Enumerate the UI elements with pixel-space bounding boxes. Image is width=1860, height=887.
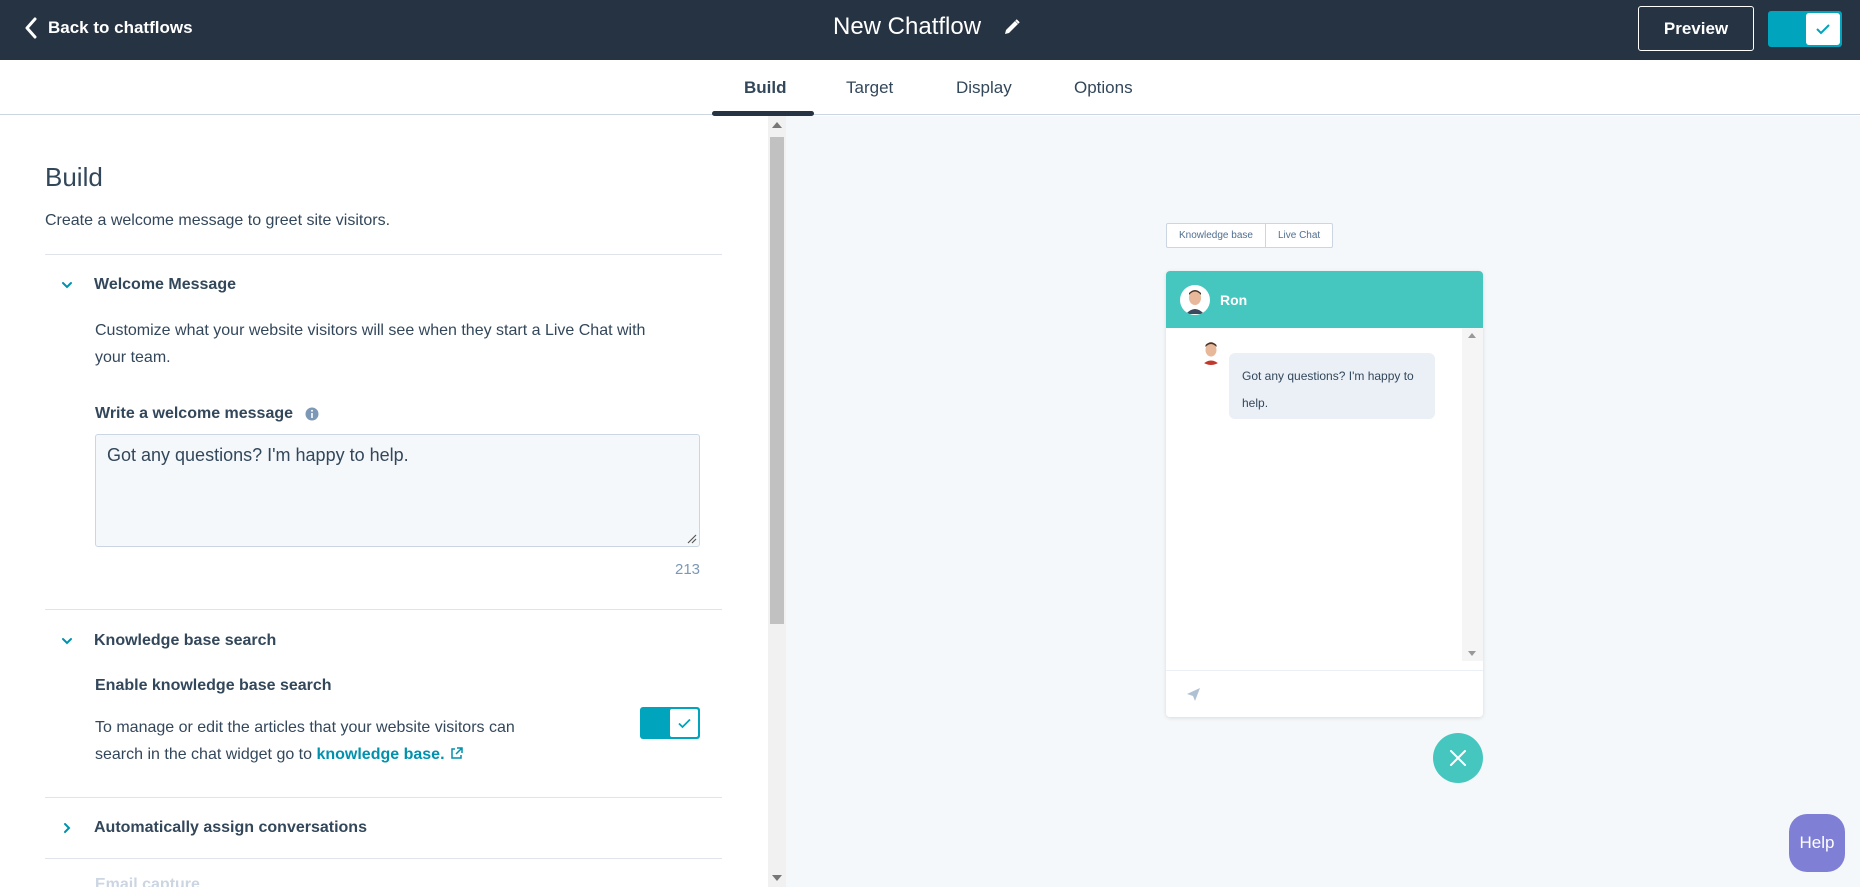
enable-knowledge-base-label: Enable knowledge base search <box>95 677 332 694</box>
welcome-message-section-toggle[interactable]: Welcome Message <box>60 276 236 294</box>
knowledge-base-description-prefix: search in the chat widget go to <box>95 746 317 763</box>
external-link-icon[interactable] <box>449 746 464 761</box>
knowledge-base-link[interactable]: knowledge base. <box>316 746 444 763</box>
back-label: Back to chatflows <box>48 18 193 37</box>
assign-conversations-section-toggle[interactable]: Automatically assign conversations <box>60 819 367 837</box>
knowledge-base-section-toggle[interactable]: Knowledge base search <box>60 632 276 650</box>
agent-face-icon <box>1198 339 1224 365</box>
scroll-down-arrow-icon[interactable] <box>772 875 782 881</box>
chat-widget-header: Ron <box>1166 271 1483 328</box>
scroll-up-arrow-icon[interactable] <box>772 122 782 128</box>
scroll-down-arrow-icon[interactable] <box>1468 651 1476 656</box>
close-chat-button[interactable] <box>1433 733 1483 783</box>
chevron-left-icon <box>25 17 37 39</box>
bubble-line-1: Got any questions? I'm happy to <box>1242 369 1414 383</box>
welcome-message-heading: Welcome Message <box>94 276 236 293</box>
chevron-down-icon <box>62 282 72 289</box>
top-bar: Back to chatflows New Chatflow Preview <box>0 0 1860 60</box>
resize-grip-icon[interactable] <box>687 534 697 544</box>
chat-scrollbar[interactable] <box>1462 328 1483 661</box>
welcome-message-value: Got any questions? I'm happy to help. <box>107 445 409 465</box>
tab-display[interactable]: Display <box>956 78 1012 98</box>
preview-tab-knowledge-base[interactable]: Knowledge base <box>1167 224 1265 247</box>
check-icon <box>1816 24 1830 35</box>
tab-target[interactable]: Target <box>846 78 893 98</box>
agent-avatar <box>1180 284 1210 315</box>
divider <box>45 254 722 255</box>
publish-toggle-knob <box>1806 13 1840 45</box>
message-avatar <box>1198 339 1224 365</box>
check-icon <box>677 718 691 728</box>
scrollbar-thumb[interactable] <box>770 137 784 624</box>
chat-widget-preview: Ron Got any questions? I'm happy to help… <box>1166 271 1483 717</box>
tab-options[interactable]: Options <box>1074 78 1133 98</box>
tab-build[interactable]: Build <box>744 78 787 98</box>
next-section-partial: Email capture <box>95 876 200 887</box>
help-button[interactable]: Help <box>1789 814 1845 872</box>
chatflow-title-group: New Chatflow <box>833 13 1021 41</box>
agent-face-icon <box>1181 285 1209 314</box>
divider <box>45 797 722 798</box>
page-subtitle: Create a welcome message to greet site v… <box>45 212 391 229</box>
welcome-description: Customize what your website visitors wil… <box>95 317 645 371</box>
welcome-message-label: Write a welcome message <box>95 405 319 423</box>
knowledge-base-toggle[interactable] <box>640 707 700 739</box>
welcome-message-bubble: Got any questions? I'm happy to help. <box>1229 353 1435 419</box>
divider <box>45 858 722 859</box>
pencil-edit-icon[interactable] <box>1003 18 1021 36</box>
welcome-description-line-2: your team. <box>95 349 171 366</box>
chatflow-title: New Chatflow <box>833 13 982 40</box>
knowledge-base-toggle-knob <box>669 708 699 738</box>
scroll-up-arrow-icon[interactable] <box>1468 333 1476 338</box>
chevron-down-icon <box>62 638 72 645</box>
tab-bar: Build Target Display Options <box>0 60 1860 116</box>
assign-conversations-heading: Automatically assign conversations <box>94 819 367 836</box>
knowledge-base-heading: Knowledge base search <box>94 632 277 649</box>
preview-tab-live-chat[interactable]: Live Chat <box>1264 224 1332 247</box>
preview-button[interactable]: Preview <box>1638 6 1754 51</box>
bubble-line-2: help. <box>1242 396 1269 410</box>
back-to-chatflows-link[interactable]: Back to chatflows <box>24 17 193 39</box>
close-icon <box>1450 750 1466 766</box>
info-icon[interactable] <box>305 407 319 421</box>
knowledge-base-description: To manage or edit the articles that your… <box>95 714 515 768</box>
left-panel-scrollbar[interactable] <box>768 116 786 887</box>
welcome-description-line-1: Customize what your website visitors wil… <box>95 322 646 339</box>
knowledge-base-description-line-1: To manage or edit the articles that your… <box>95 719 515 736</box>
page-title: Build <box>45 162 103 192</box>
chat-input-bar[interactable] <box>1166 670 1483 717</box>
knowledge-base-description-line-2: search in the chat widget go to knowledg… <box>95 741 515 768</box>
chevron-right-icon <box>64 823 71 833</box>
welcome-message-input[interactable]: Got any questions? I'm happy to help. <box>95 434 700 547</box>
divider <box>45 609 722 610</box>
character-count: 213 <box>675 561 701 578</box>
preview-mode-tabs: Knowledge base Live Chat <box>1166 223 1334 248</box>
welcome-message-label-text: Write a welcome message <box>95 405 294 422</box>
build-panel: Build Create a welcome message to greet … <box>0 116 768 887</box>
send-icon[interactable] <box>1186 687 1201 702</box>
publish-toggle[interactable] <box>1768 11 1842 47</box>
agent-name: Ron <box>1220 291 1248 308</box>
